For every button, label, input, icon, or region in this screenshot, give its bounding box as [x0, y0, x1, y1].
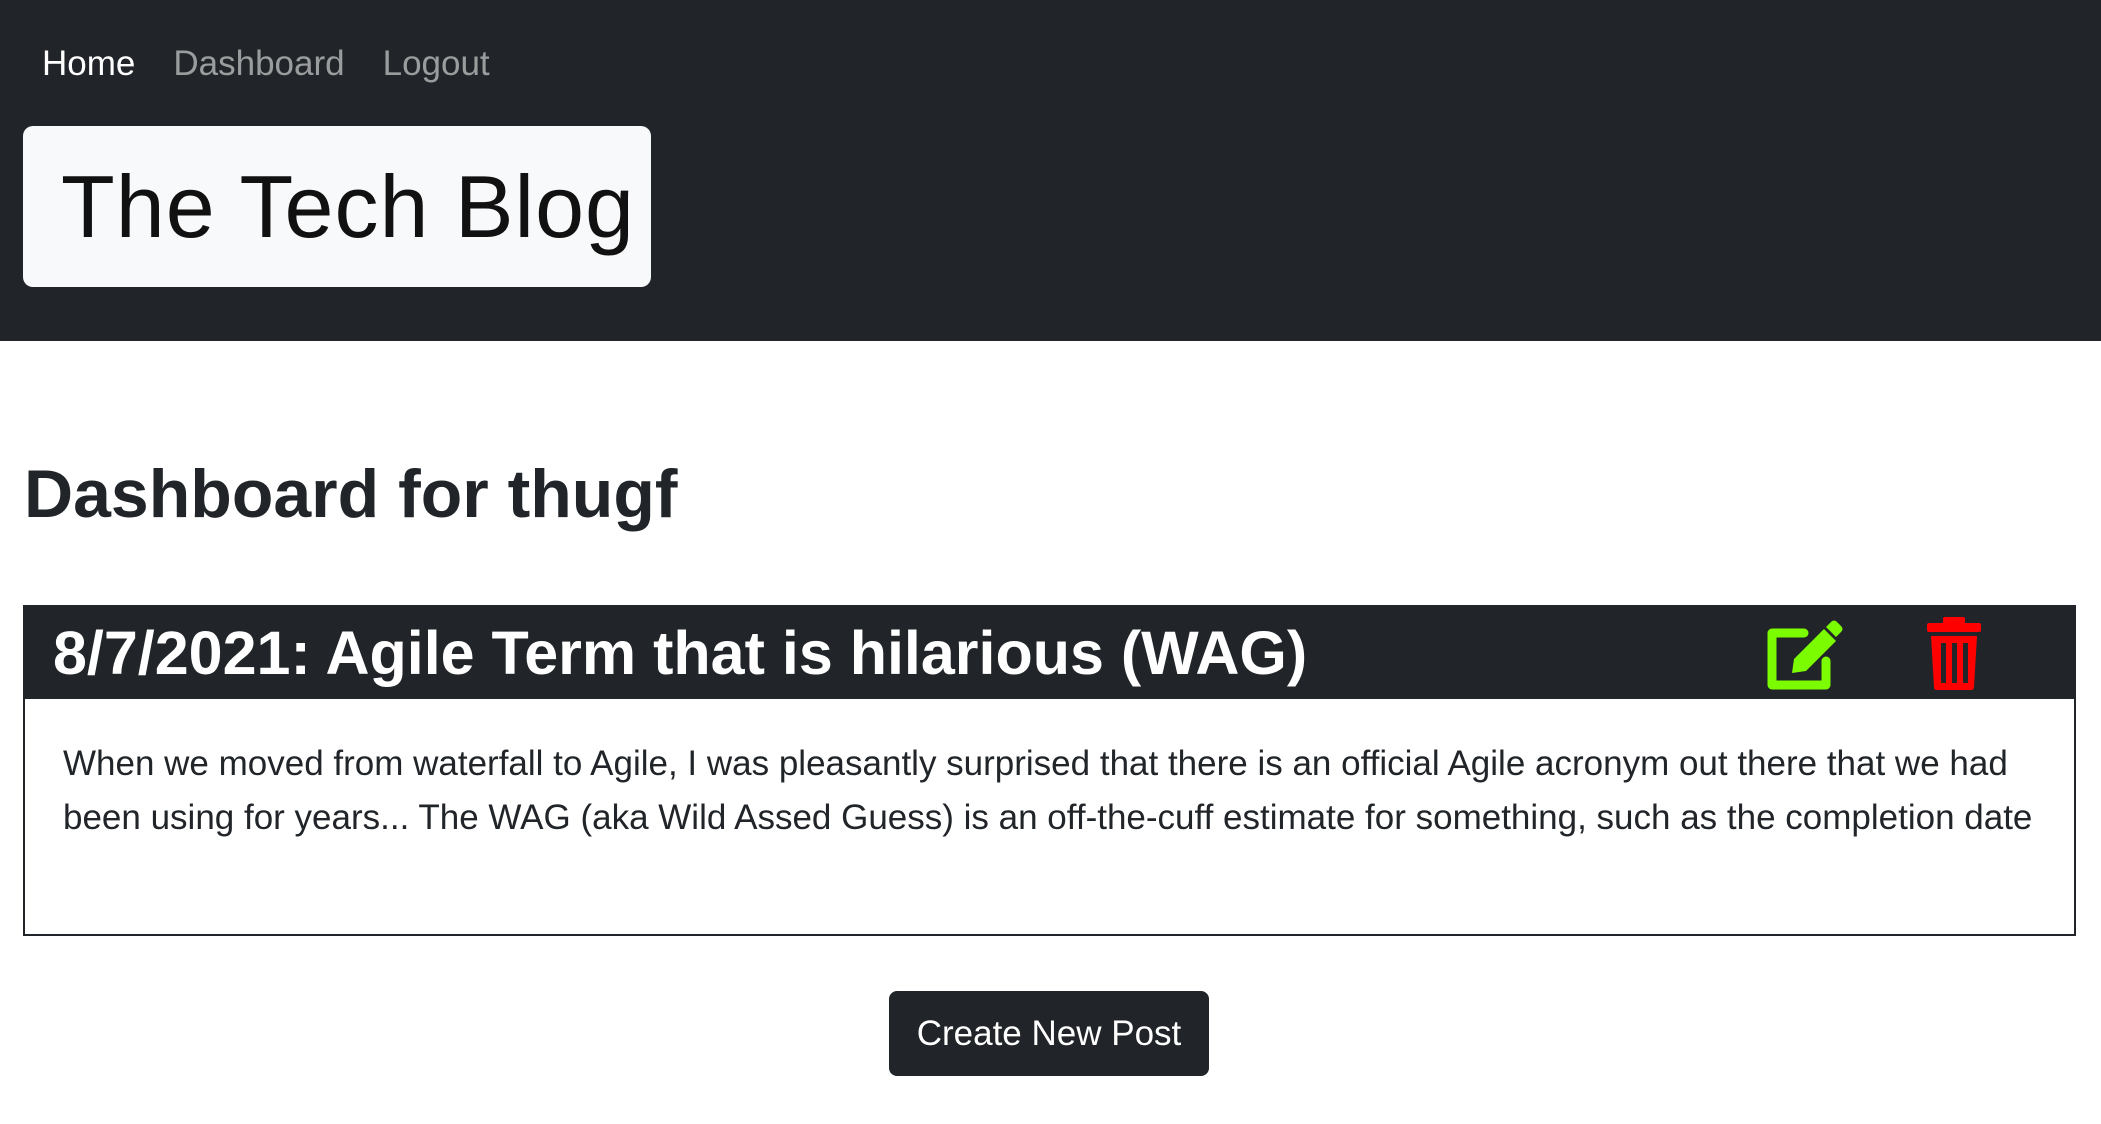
nav-logout-link[interactable]: Logout — [383, 40, 490, 88]
brand-banner: The Tech Blog — [23, 126, 651, 287]
site-header: Home Dashboard Logout The Tech Blog — [0, 0, 2101, 341]
post-title: 8/7/2021: Agile Term that is hilarious (… — [53, 619, 1308, 687]
nav-home-link[interactable]: Home — [42, 40, 135, 88]
create-new-post-button[interactable]: Create New Post — [889, 991, 1209, 1076]
post-body: When we moved from waterfall to Agile, I… — [63, 744, 2033, 837]
nav-dashboard-link[interactable]: Dashboard — [173, 40, 344, 88]
brand-title: The Tech Blog — [61, 156, 635, 256]
page-title: Dashboard for thugf — [24, 456, 678, 532]
edit-post-button[interactable] — [1764, 615, 1844, 691]
delete-post-button[interactable] — [1914, 615, 1994, 691]
post-actions — [1734, 607, 2074, 699]
post-header: 8/7/2021: Agile Term that is hilarious (… — [25, 607, 2074, 699]
post-card: 8/7/2021: Agile Term that is hilarious (… — [23, 605, 2076, 936]
edit-icon — [1767, 620, 1843, 690]
top-nav: Home Dashboard Logout — [42, 40, 490, 88]
trash-icon — [1927, 617, 1981, 690]
